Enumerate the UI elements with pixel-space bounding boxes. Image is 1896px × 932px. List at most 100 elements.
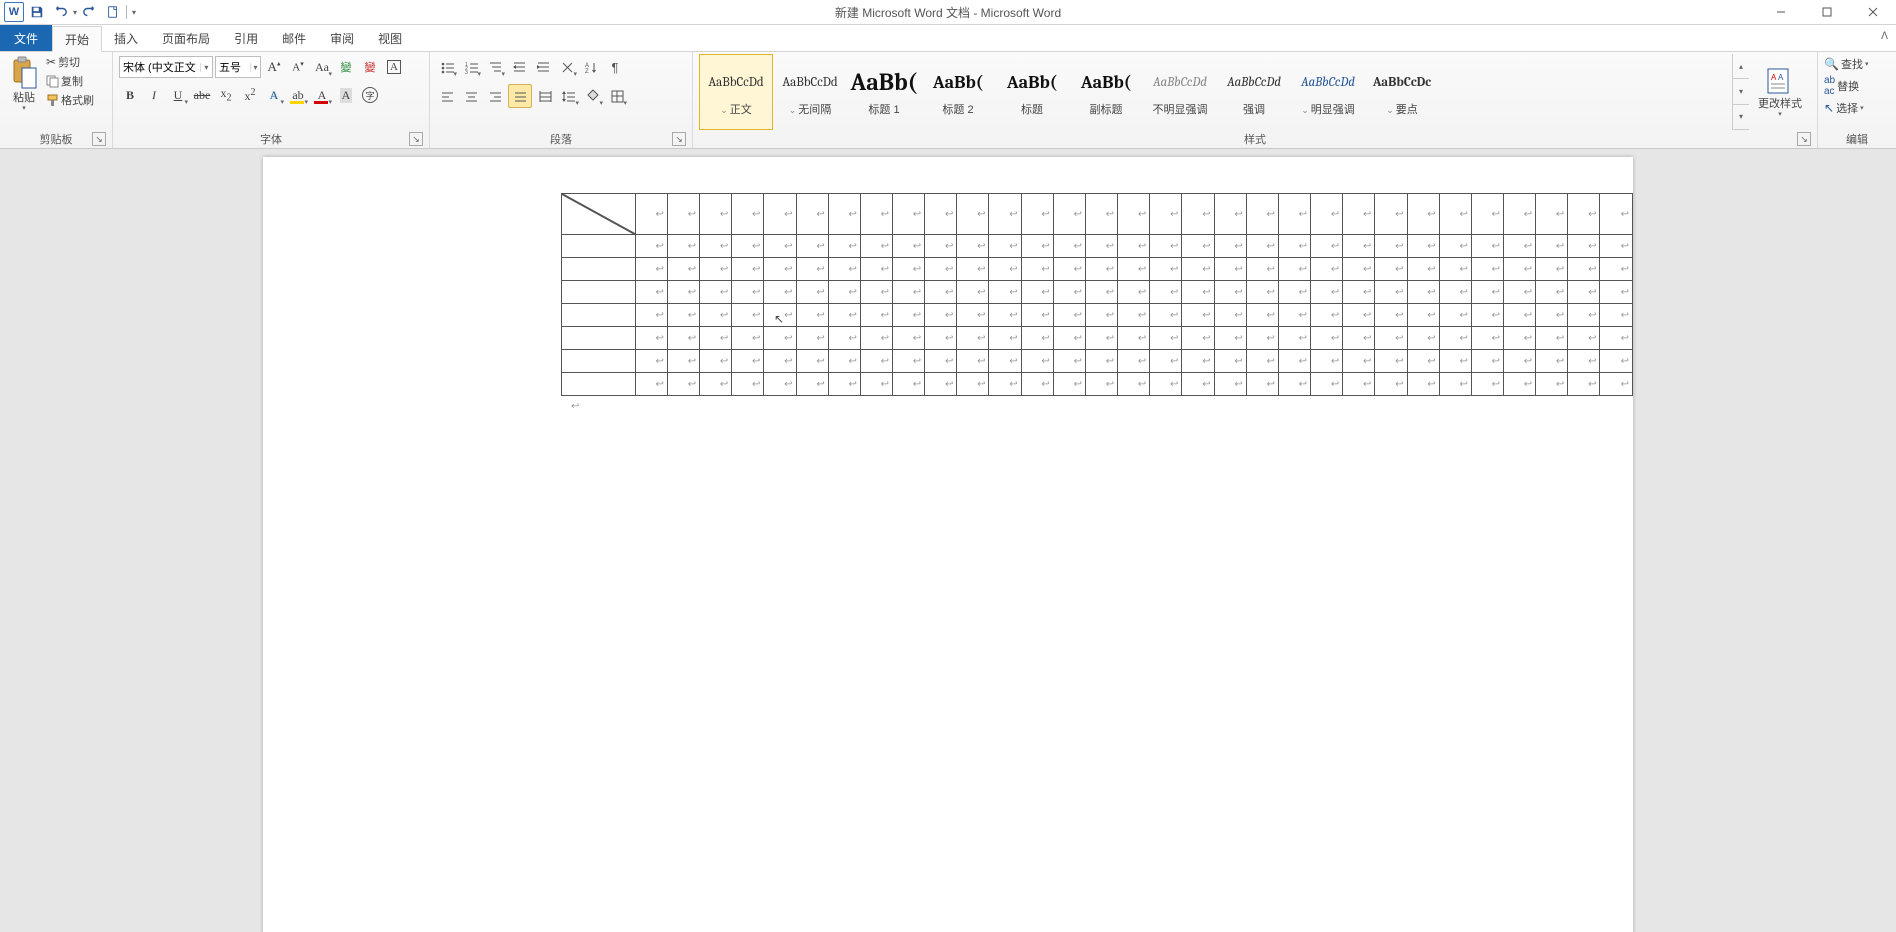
- table-cell[interactable]: ↩: [1471, 235, 1503, 258]
- table-row[interactable]: ↩↩↩↩↩↩↩↩↩↩↩↩↩↩↩↩↩↩↩↩↩↩↩↩↩↩↩↩↩↩↩: [562, 304, 1633, 327]
- table-cell[interactable]: ↩: [1021, 327, 1053, 350]
- font-size-input[interactable]: [216, 61, 250, 73]
- phonetic-guide-button[interactable]: 變: [335, 56, 357, 78]
- table-cell[interactable]: ↩: [700, 235, 732, 258]
- table-cell[interactable]: ↩: [1600, 235, 1633, 258]
- table-cell[interactable]: ↩: [1407, 235, 1439, 258]
- table-cell[interactable]: ↩: [989, 304, 1021, 327]
- table-cell[interactable]: ↩: [1536, 350, 1568, 373]
- table-cell[interactable]: ↩: [1118, 194, 1150, 235]
- distributed-button[interactable]: [534, 85, 556, 107]
- table-cell[interactable]: ↩: [1214, 235, 1246, 258]
- table-cell[interactable]: ↩: [1118, 373, 1150, 396]
- table-cell[interactable]: ↩: [1214, 373, 1246, 396]
- table-cell[interactable]: ↩: [893, 194, 925, 235]
- table-cell[interactable]: ↩: [1246, 281, 1278, 304]
- style-item-2[interactable]: AaBb(标题 1: [847, 54, 921, 130]
- table-cell[interactable]: ↩: [1150, 281, 1182, 304]
- table-cell[interactable]: ↩: [1343, 304, 1375, 327]
- table-cell[interactable]: ↩: [1568, 373, 1600, 396]
- table-cell[interactable]: ↩: [635, 304, 667, 327]
- table-cell[interactable]: ↩: [1439, 304, 1471, 327]
- table-cell[interactable]: ↩: [732, 194, 764, 235]
- table-cell[interactable]: ↩: [764, 373, 796, 396]
- table-cell[interactable]: ↩: [925, 350, 957, 373]
- chevron-down-icon[interactable]: ▾: [1860, 104, 1864, 112]
- tab-review[interactable]: 审阅: [318, 25, 366, 51]
- tab-home[interactable]: 开始: [52, 26, 102, 52]
- table-cell[interactable]: ↩: [1246, 304, 1278, 327]
- table-cell[interactable]: [562, 281, 636, 304]
- undo-button[interactable]: [50, 2, 70, 22]
- ribbon-collapse-icon[interactable]: ᐱ: [1881, 31, 1888, 42]
- table-cell[interactable]: ↩: [1182, 350, 1214, 373]
- table-cell[interactable]: ↩: [1118, 235, 1150, 258]
- table-cell[interactable]: ↩: [860, 350, 892, 373]
- sort-button[interactable]: AZ: [580, 56, 602, 78]
- strikethrough-button[interactable]: abe: [191, 84, 213, 106]
- table-cell[interactable]: ↩: [1503, 194, 1535, 235]
- table-cell[interactable]: ↩: [1503, 235, 1535, 258]
- table-cell[interactable]: ↩: [764, 350, 796, 373]
- table-cell[interactable]: ↩: [796, 281, 828, 304]
- table-cell[interactable]: ↩: [925, 304, 957, 327]
- table-cell[interactable]: ↩: [1053, 327, 1085, 350]
- table-cell[interactable]: ↩: [1150, 373, 1182, 396]
- table-cell[interactable]: [562, 235, 636, 258]
- table-cell[interactable]: ↩: [1568, 304, 1600, 327]
- page[interactable]: ↩↩↩↩↩↩↩↩↩↩↩↩↩↩↩↩↩↩↩↩↩↩↩↩↩↩↩↩↩↩↩↩↩↩↩↩↩↩↩↩…: [263, 157, 1633, 932]
- table-cell[interactable]: ↩: [635, 235, 667, 258]
- table-cell[interactable]: ↩: [1021, 194, 1053, 235]
- table-cell[interactable]: ↩: [957, 194, 989, 235]
- table-row[interactable]: ↩↩↩↩↩↩↩↩↩↩↩↩↩↩↩↩↩↩↩↩↩↩↩↩↩↩↩↩↩↩↩: [562, 373, 1633, 396]
- text-effects-button[interactable]: A▾: [263, 84, 285, 106]
- table-cell[interactable]: ↩: [860, 258, 892, 281]
- table-cell[interactable]: ↩: [860, 194, 892, 235]
- table-cell[interactable]: ↩: [1214, 327, 1246, 350]
- table-cell[interactable]: ↩: [1375, 350, 1407, 373]
- tab-references[interactable]: 引用: [222, 25, 270, 51]
- font-name-combo[interactable]: ▾: [119, 56, 213, 78]
- table-cell[interactable]: ↩: [667, 258, 699, 281]
- table-cell[interactable]: ↩: [1407, 350, 1439, 373]
- subscript-button[interactable]: x2: [215, 84, 237, 106]
- table-cell[interactable]: ↩: [1600, 281, 1633, 304]
- table-cell[interactable]: ↩: [732, 281, 764, 304]
- table-cell[interactable]: ↩: [989, 281, 1021, 304]
- table-cell[interactable]: ↩: [1085, 194, 1117, 235]
- table-cell[interactable]: ↩: [700, 304, 732, 327]
- redo-button[interactable]: [80, 2, 100, 22]
- table-cell[interactable]: ↩: [1214, 194, 1246, 235]
- style-item-0[interactable]: AaBbCcDd⌄正文: [699, 54, 773, 130]
- align-right-button[interactable]: [484, 85, 506, 107]
- table-cell[interactable]: ↩: [1568, 281, 1600, 304]
- table-cell[interactable]: ↩: [1439, 281, 1471, 304]
- shrink-font-button[interactable]: A▾: [287, 56, 309, 78]
- table-cell[interactable]: [562, 194, 636, 235]
- style-item-1[interactable]: AaBbCcDd⌄无间隔: [773, 54, 847, 130]
- table-cell[interactable]: ↩: [796, 327, 828, 350]
- line-spacing-button[interactable]: ▾: [558, 85, 580, 107]
- table-cell[interactable]: ↩: [700, 194, 732, 235]
- table-cell[interactable]: ↩: [1278, 373, 1310, 396]
- align-justify-button[interactable]: [508, 84, 532, 108]
- new-doc-button[interactable]: [103, 2, 123, 22]
- table-cell[interactable]: ↩: [667, 373, 699, 396]
- character-border-button[interactable]: A: [383, 56, 405, 78]
- table-cell[interactable]: ↩: [1600, 258, 1633, 281]
- chevron-down-icon[interactable]: ▾: [1865, 60, 1869, 68]
- table-cell[interactable]: ↩: [1021, 350, 1053, 373]
- style-item-8[interactable]: AaBbCcDd⌄明显强调: [1291, 54, 1365, 130]
- table-cell[interactable]: ↩: [989, 373, 1021, 396]
- increase-indent-button[interactable]: [532, 56, 554, 78]
- document-table[interactable]: ↩↩↩↩↩↩↩↩↩↩↩↩↩↩↩↩↩↩↩↩↩↩↩↩↩↩↩↩↩↩↩↩↩↩↩↩↩↩↩↩…: [561, 193, 1633, 396]
- table-cell[interactable]: ↩: [957, 304, 989, 327]
- table-cell[interactable]: ↩: [1278, 304, 1310, 327]
- table-cell[interactable]: ↩: [1600, 350, 1633, 373]
- table-cell[interactable]: ↩: [1536, 327, 1568, 350]
- table-cell[interactable]: ↩: [1343, 350, 1375, 373]
- table-cell[interactable]: ↩: [1246, 350, 1278, 373]
- table-cell[interactable]: ↩: [957, 258, 989, 281]
- tab-insert[interactable]: 插入: [102, 25, 150, 51]
- table-cell[interactable]: ↩: [635, 327, 667, 350]
